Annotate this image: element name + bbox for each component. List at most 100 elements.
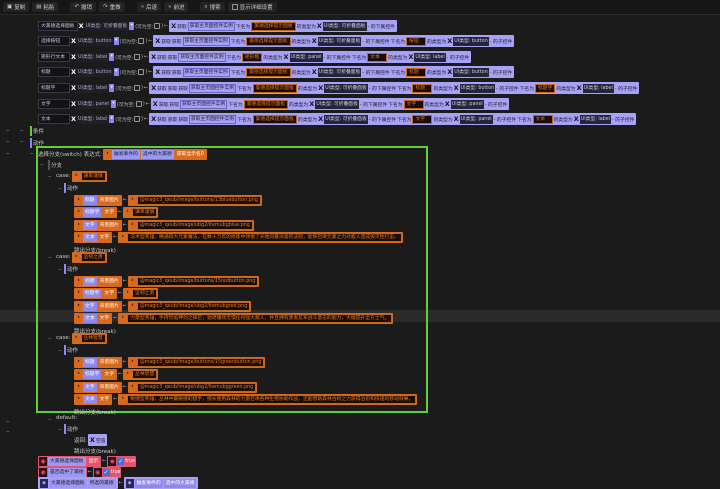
collapse-toggle[interactable]: – — [40, 160, 44, 168]
type-dropdown[interactable]: ▾ — [109, 84, 115, 92]
string-literal-field[interactable]: 美德选择提示面板 — [252, 83, 297, 93]
toolbar-redo-button[interactable]: ↷ 重做 — [99, 2, 125, 12]
target-property[interactable]: 背景图片 — [97, 220, 121, 230]
string-literal-field[interactable]: 美德选择提示面板 — [246, 67, 291, 77]
ui-type-pill[interactable]: UI类型: label — [414, 52, 446, 62]
type-dropdown[interactable]: ▾ — [113, 68, 119, 76]
get-main-page-instance-block[interactable]: 获取主页面控件实例 — [178, 52, 226, 62]
target-variable[interactable]: 标题字 — [83, 289, 102, 298]
collapse-toggle[interactable]: – — [58, 184, 62, 192]
toolbar-back-button[interactable]: «后退 — [136, 2, 162, 12]
detail-settings-toggle[interactable]: 显示详细设置 — [227, 2, 277, 12]
get-main-page-instance-block[interactable]: 获取主页面控件实例 — [187, 21, 235, 31]
case-value[interactable]: ❛ 坚韧之勇 — [71, 251, 107, 263]
target-property[interactable]: 所选的美德 — [87, 478, 116, 488]
collapse-toggle[interactable]: – — [20, 126, 24, 134]
ui-type-pill[interactable]: UI类型: panel — [289, 52, 323, 62]
target-property[interactable]: 文字 — [97, 395, 112, 404]
ui-type-pill[interactable]: UI类型: button — [453, 67, 489, 77]
string-value-field[interactable]: @magic3_qeub/image/ubg2/itemubggreen.png — [136, 382, 257, 392]
toolbar-search-button[interactable]: ⌕ 搜索 — [200, 2, 225, 12]
get-main-page-instance-block[interactable]: 获取主页面控件实例 — [180, 99, 228, 109]
target-property[interactable]: 显示 — [86, 456, 101, 466]
get-control-chain[interactable]: X 获取 获取 获取主页面控件实例 下名为 美德选择提示面板 的类型为 X UI类型: 可折叠面… — [153, 66, 515, 78]
get-control-chain[interactable]: X 获取 获取 获取主页面控件实例 下名为 美德选择提示面板 的类型为 X UI类型: 可折叠面… — [150, 98, 510, 110]
case-value[interactable]: ❛ 丛林智慧 — [71, 332, 107, 344]
target-variable[interactable]: 文本 — [83, 314, 97, 323]
nullable-checkbox[interactable] — [138, 69, 145, 75]
nullable-checkbox[interactable] — [134, 116, 141, 122]
target-property[interactable]: 背景图片 — [97, 276, 121, 286]
value-block[interactable]: ❛ @magic3_qeub/image/buttons/15greenbutto… — [127, 356, 266, 368]
variable-name-field[interactable]: 矩形行文本 — [38, 52, 70, 62]
string-literal-field[interactable]: 美德选择提示面板 — [252, 114, 297, 124]
assign-target[interactable]: ◆ 大美德选择面板 所选的美德 — [38, 477, 118, 489]
property-target[interactable]: ❛ 文本 文字 — [74, 394, 113, 405]
property-target[interactable]: ❛ 文本 文字 — [74, 232, 113, 243]
ui-type-pill[interactable]: UI类型: 可折叠面板 — [324, 114, 368, 124]
string-literal-field[interactable]: 矩形框 — [241, 52, 263, 62]
value-block[interactable]: ❛ 法术型英雄，精通四大元素魔法，在数十万年的修炼中领悟了天地间最深奥的法则，能够… — [118, 232, 403, 243]
variable-name-field[interactable]: 标题 — [38, 67, 70, 77]
case-value-field[interactable]: 丛林智慧 — [80, 333, 106, 343]
target-property[interactable]: 文字 — [97, 314, 112, 323]
case-value-field[interactable]: 坚韧之勇 — [80, 252, 106, 262]
value-block[interactable]: ❛ 丛林智慧 — [123, 369, 159, 380]
variable-name-field[interactable]: 标题字 — [38, 83, 70, 93]
variable-name-field[interactable]: 选择按钮 — [38, 36, 70, 46]
get-control-chain[interactable]: X 获取 获取主页面控件实例 下名为 美德选择提示面板 的类型为 X UI类型: 可折叠面板 -… — [169, 20, 397, 32]
string-literal-field[interactable]: 标题 — [412, 83, 433, 93]
ui-type-pill[interactable]: UI类型: label — [582, 83, 614, 93]
string-literal-field[interactable]: 按钮 — [406, 36, 427, 46]
target-property[interactable]: 文字 — [102, 289, 117, 298]
target-property[interactable]: 文字 — [97, 233, 112, 242]
property-target[interactable]: ❛ 标题字 文字 — [74, 288, 118, 299]
variable-name-field[interactable]: 文本 — [38, 114, 70, 124]
collapse-toggle[interactable]: – — [6, 137, 10, 145]
variable-name-field[interactable]: 大美德选择面板 — [38, 21, 78, 31]
target-variable[interactable]: 标题字 — [83, 370, 102, 379]
property-target[interactable]: ❛ 标题字 文字 — [74, 207, 118, 218]
checkbox-checked-icon[interactable]: ✓ — [117, 457, 125, 465]
ui-type-pill[interactable]: UI类型: 可折叠面板 — [315, 99, 359, 109]
assign-value[interactable]: ◉ ✓ true — [92, 466, 122, 478]
collapse-toggle[interactable]: – — [48, 172, 52, 180]
value-block[interactable]: ❛ 坚韧之勇 — [123, 288, 159, 299]
string-literal-field[interactable]: 标题字 — [535, 83, 556, 93]
ui-type-pill[interactable]: UI类型: 可折叠面板 — [317, 36, 362, 46]
expr-trigger-source[interactable]: 触发事件的 — [111, 149, 140, 159]
target-property[interactable]: 文字 — [102, 370, 117, 379]
property-target[interactable]: ❛ 文本 文字 — [74, 313, 113, 324]
ui-type-pill[interactable]: UI类型: 可折叠面板 — [317, 67, 362, 77]
ui-type-pill[interactable]: UI类型: 可折叠面板 — [322, 21, 367, 31]
target-variable[interactable]: 标题 — [83, 357, 97, 367]
get-control-chain[interactable]: X 获取 获取 获取 获取主页面控件实例 下名为 美德选择提示面板 的类型为 X UI类型: 可折… — [149, 113, 637, 125]
collapse-toggle[interactable]: – — [48, 253, 52, 261]
string-value-field[interactable]: 谦卑谨慎 — [132, 208, 158, 217]
string-literal-field[interactable]: 文本 — [532, 114, 553, 124]
target-variable[interactable]: 标题 — [83, 195, 97, 205]
string-value-field[interactable]: 力量型英雄，手持烈焰神剑之锋芒，驰骋疆场无惧任何强大敌人，并且拥有激发友军战斗意… — [127, 314, 393, 323]
get-control-chain[interactable]: X 获取 获取 获取主页面控件实例 下名为 美德选择提示面板 的类型为 X UI类型: 可折叠面… — [153, 35, 515, 47]
ui-type-pill[interactable]: UI类型: label — [579, 114, 611, 124]
ui-type-pill[interactable]: UI类型: panel — [459, 114, 493, 124]
target-variable[interactable]: 标题 — [83, 276, 97, 286]
property-target[interactable]: ❛ 标题 背景图片 — [74, 275, 122, 287]
assign-value[interactable]: ◉ ✓ true — [107, 455, 137, 467]
target-property[interactable]: 背景图片 — [97, 357, 121, 367]
string-literal-field[interactable]: 文字 — [412, 114, 433, 124]
nullable-checkbox[interactable] — [138, 38, 145, 44]
checkbox-checked-icon[interactable]: ✓ — [102, 468, 110, 476]
string-literal-field[interactable]: 美德选择提示面板 — [243, 99, 289, 109]
value-block[interactable]: ❛ @magic3_qeub/image/buttons/15redbutton.… — [127, 275, 260, 287]
collapse-toggle[interactable]: – — [30, 149, 34, 157]
get-main-page-instance-block[interactable]: 获取主页面控件实例 — [188, 114, 237, 124]
type-dropdown[interactable]: ▾ — [111, 100, 116, 108]
collapse-toggle[interactable]: – — [48, 334, 52, 342]
target-property[interactable]: 文字 — [102, 208, 117, 217]
string-value-field[interactable]: 坚韧之勇 — [132, 289, 158, 298]
property-target[interactable]: ❛ 文字 背景图片 — [74, 219, 122, 231]
get-main-page-instance-block[interactable]: 获取主页面控件实例 — [182, 67, 230, 77]
string-literal-field[interactable]: 美德选择提示面板 — [246, 36, 291, 46]
string-value-field[interactable]: @magic3_qeub/image/ubg2/itemubgred.png — [136, 301, 251, 311]
